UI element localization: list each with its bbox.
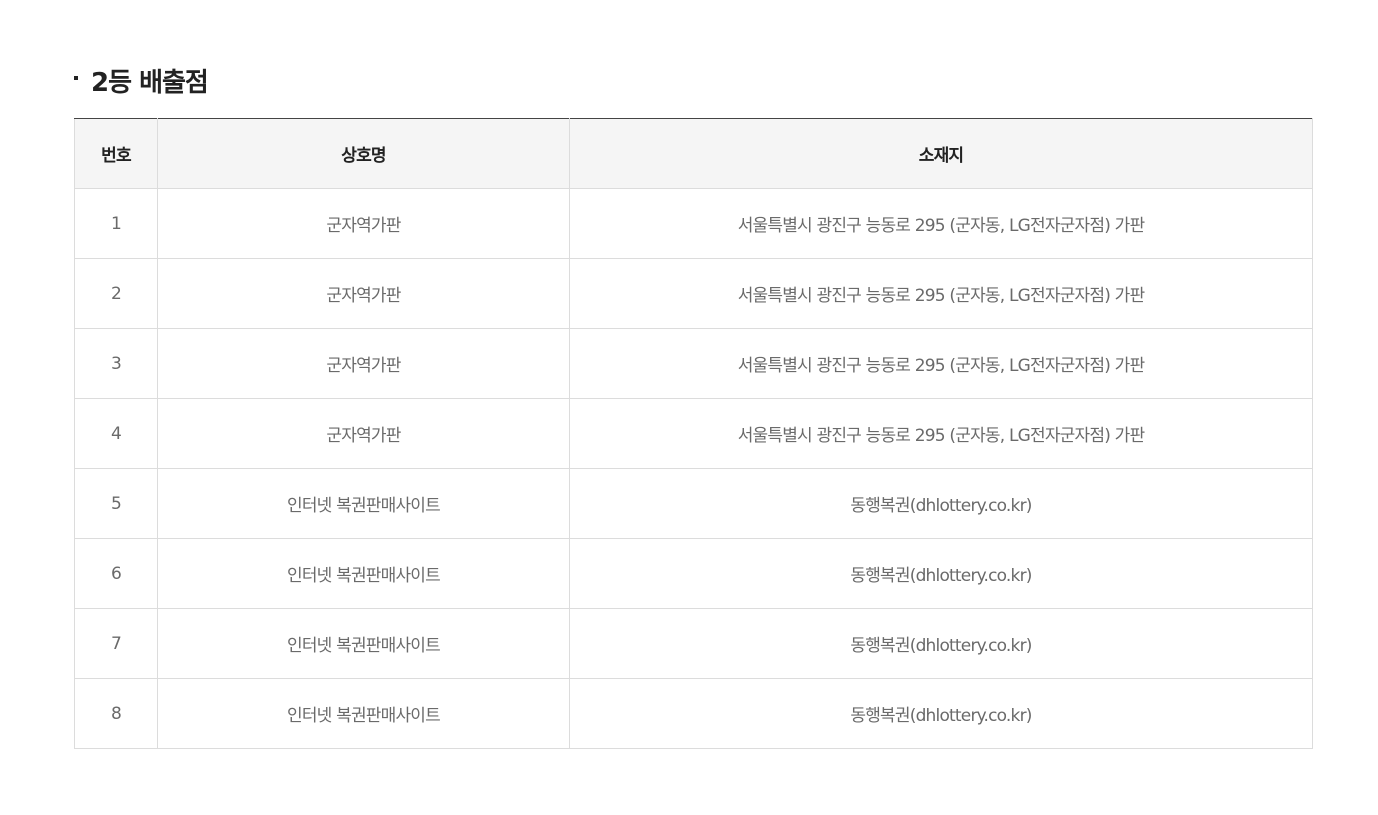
row-address: 동행복권(dhlottery.co.kr) [569, 468, 1313, 539]
table-row: 4 군자역가판 서울특별시 광진구 능동로 295 (군자동, LG전자군자점)… [74, 398, 1313, 469]
table-row: 6 인터넷 복권판매사이트 동행복권(dhlottery.co.kr) [74, 538, 1313, 609]
row-store-name: 인터넷 복권판매사이트 [157, 608, 570, 679]
table-row: 3 군자역가판 서울특별시 광진구 능동로 295 (군자동, LG전자군자점)… [74, 328, 1313, 399]
table-row: 5 인터넷 복권판매사이트 동행복권(dhlottery.co.kr) [74, 468, 1313, 539]
row-store-name: 인터넷 복권판매사이트 [157, 678, 570, 749]
row-store-name: 인터넷 복권판매사이트 [157, 468, 570, 539]
row-number: 5 [74, 468, 158, 539]
row-number: 4 [74, 398, 158, 469]
row-store-name: 군자역가판 [157, 328, 570, 399]
table-header: 번호 상호명 소재지 [74, 118, 1313, 189]
table-row: 7 인터넷 복권판매사이트 동행복권(dhlottery.co.kr) [74, 608, 1313, 679]
header-address: 소재지 [569, 118, 1313, 189]
row-store-name: 군자역가판 [157, 258, 570, 329]
row-address: 서울특별시 광진구 능동로 295 (군자동, LG전자군자점) 가판 [569, 328, 1313, 399]
row-number: 1 [74, 188, 158, 259]
row-address: 동행복권(dhlottery.co.kr) [569, 608, 1313, 679]
section-heading: 2등 배출점 [74, 60, 1312, 100]
row-address: 동행복권(dhlottery.co.kr) [569, 538, 1313, 609]
row-address: 동행복권(dhlottery.co.kr) [569, 678, 1313, 749]
row-address: 서울특별시 광진구 능동로 295 (군자동, LG전자군자점) 가판 [569, 188, 1313, 259]
winning-stores-table: 번호 상호명 소재지 1 군자역가판 서울특별시 광진구 능동로 295 (군자… [74, 118, 1313, 749]
row-store-name: 군자역가판 [157, 398, 570, 469]
row-address: 서울특별시 광진구 능동로 295 (군자동, LG전자군자점) 가판 [569, 258, 1313, 329]
row-number: 2 [74, 258, 158, 329]
row-number: 6 [74, 538, 158, 609]
table-body: 1 군자역가판 서울특별시 광진구 능동로 295 (군자동, LG전자군자점)… [74, 188, 1313, 749]
header-row: 번호 상호명 소재지 [74, 118, 1313, 189]
table-row: 2 군자역가판 서울특별시 광진구 능동로 295 (군자동, LG전자군자점)… [74, 258, 1313, 329]
header-store-name: 상호명 [157, 118, 570, 189]
row-address: 서울특별시 광진구 능동로 295 (군자동, LG전자군자점) 가판 [569, 398, 1313, 469]
section-title: 2등 배출점 [91, 67, 209, 98]
row-store-name: 군자역가판 [157, 188, 570, 259]
row-number: 8 [74, 678, 158, 749]
second-prize-section: 2등 배출점 번호 상호명 소재지 1 군자역가판 서울특별시 광진구 능동로 … [74, 60, 1313, 749]
table-row: 1 군자역가판 서울특별시 광진구 능동로 295 (군자동, LG전자군자점)… [74, 188, 1313, 259]
row-store-name: 인터넷 복권판매사이트 [157, 538, 570, 609]
row-number: 3 [74, 328, 158, 399]
table-row: 8 인터넷 복권판매사이트 동행복권(dhlottery.co.kr) [74, 678, 1313, 749]
row-number: 7 [74, 608, 158, 679]
bullet-icon [74, 76, 78, 80]
header-number: 번호 [74, 118, 158, 189]
